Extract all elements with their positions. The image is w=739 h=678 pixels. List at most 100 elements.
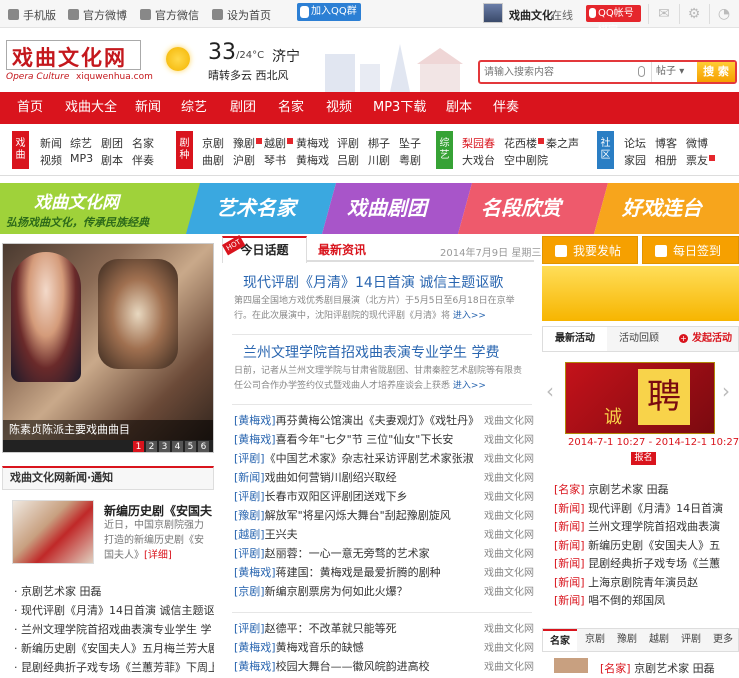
subnav-link[interactable]: 剧本 — [101, 152, 123, 168]
subnav-link[interactable]: 越剧 — [264, 135, 293, 151]
slider-page[interactable]: 2 — [146, 441, 157, 452]
weather-city[interactable]: 济宁 — [272, 46, 300, 66]
subnav-link[interactable]: 曲剧 — [202, 152, 224, 168]
list-item[interactable]: [新闻] 新编历史剧《安国夫人》五 — [554, 537, 739, 556]
subnav-link[interactable]: 川剧 — [368, 152, 390, 168]
search-input[interactable] — [484, 64, 636, 80]
subnav-link[interactable]: 沪剧 — [233, 152, 255, 168]
list-item[interactable]: [新闻] 现代评剧《月清》14日首演 — [554, 500, 739, 519]
tab-yu[interactable]: 豫剧 — [617, 629, 637, 651]
nav-accompaniment[interactable]: 伴奏 — [493, 92, 519, 124]
master-item[interactable]: [名家] 京剧艺术家 田磊 — [600, 660, 715, 676]
news-row[interactable]: [评剧]长春市双阳区评剧团送戏下乡 戏曲文化网 — [234, 488, 536, 507]
qq-bind-button[interactable]: QQ帐号绑定 — [586, 5, 641, 36]
list-item[interactable]: · 现代评剧《月清》14日首演 诚信主题讴 — [14, 602, 214, 621]
ad-banner[interactable] — [542, 266, 739, 321]
nav-home[interactable]: 首页 — [17, 92, 43, 124]
list-item[interactable]: · 昆剧经典折子戏专场《兰蕙芳菲》下周上 — [14, 659, 214, 678]
list-item[interactable]: · 京剧艺术家 田磊 — [14, 583, 214, 602]
slider-page[interactable]: 1 — [133, 441, 144, 452]
subnav-link[interactable]: 坠子 — [399, 135, 421, 151]
list-item[interactable]: · 新编历史剧《安国夫人》五月梅兰芳大剧 — [14, 640, 214, 659]
subnav-link[interactable]: 粤剧 — [399, 152, 421, 168]
search-scope-select[interactable]: 帖子 ▾ — [651, 62, 695, 82]
tab-more[interactable]: 更多 — [713, 629, 733, 651]
banner-excerpts[interactable]: 名段欣赏 — [481, 183, 561, 234]
news-row[interactable]: [黄梅戏]校园大舞台——徽风皖韵进高校 戏曲文化网 — [234, 658, 536, 677]
mobile-link[interactable]: 手机版 — [8, 7, 56, 23]
tab-latest-news[interactable]: 最新资讯 — [318, 241, 366, 258]
slider-page[interactable]: 6 — [198, 441, 209, 452]
subnav-link[interactable]: 大戏台 — [462, 152, 495, 168]
subnav-link[interactable]: 豫剧 — [233, 135, 262, 151]
user-name[interactable]: 戏曲文化 — [509, 7, 553, 23]
activity-poster[interactable]: 聘 诚 — [565, 362, 715, 434]
feature-more-link[interactable]: [详细] — [144, 550, 172, 561]
subnav-link[interactable]: 论坛 — [624, 135, 646, 151]
tab-yue[interactable]: 越剧 — [649, 629, 669, 651]
subnav-link[interactable]: 梨园春 — [462, 135, 495, 151]
slider-page[interactable]: 3 — [159, 441, 170, 452]
subnav-link[interactable]: 秦之声 — [546, 135, 579, 151]
subnav-link[interactable]: 微博 — [686, 135, 708, 151]
register-button[interactable]: 报名 — [631, 452, 656, 465]
master-thumbnail[interactable] — [554, 658, 588, 673]
news-row[interactable]: [评剧]赵德平：不改革就只能等死 戏曲文化网 — [234, 620, 536, 639]
slider-page[interactable]: 4 — [172, 441, 183, 452]
subnav-link[interactable]: 伴奏 — [132, 152, 154, 168]
chevron-right-icon[interactable]: › — [722, 379, 730, 403]
headline-2[interactable]: 兰州文理学院首招戏曲表演专业学生 学费 — [243, 342, 543, 362]
tab-ping[interactable]: 评剧 — [681, 629, 701, 651]
subnav-link[interactable]: 空中剧院 — [504, 152, 548, 168]
list-item[interactable]: · 兰州文理学院首招戏曲表演专业学生 学 — [14, 621, 214, 640]
subnav-link[interactable]: 黄梅戏 — [296, 152, 329, 168]
banner-troupes[interactable]: 戏曲剧团 — [347, 183, 427, 234]
feature-title[interactable]: 新编历史剧《安国夫 — [104, 502, 212, 519]
tab-activity-review[interactable]: 活动回顾 — [619, 327, 659, 351]
subnav-link[interactable]: 剧团 — [101, 135, 123, 151]
news-row[interactable]: [豫剧]解放军"将星闪烁大舞台"刮起豫剧旋风 戏曲文化网 — [234, 507, 536, 526]
sign-in-button[interactable]: 每日签到 — [642, 236, 739, 264]
banner-shows[interactable]: 好戏连台 — [622, 183, 702, 234]
list-item[interactable]: [名家] 京剧艺术家 田磊 — [554, 481, 739, 500]
subnav-link[interactable]: MP3 — [70, 152, 93, 165]
nav-opera-list[interactable]: 戏曲大全 — [65, 92, 117, 124]
subnav-link[interactable]: 票友 — [686, 152, 715, 168]
list-item[interactable]: [新闻] 唱不倒的郑国凤 — [554, 592, 739, 611]
feature-thumbnail[interactable] — [12, 500, 94, 564]
headline-1-more[interactable]: 进入>> — [453, 311, 486, 321]
news-row[interactable]: [黄梅戏]再芬黄梅公馆演出《夫妻观灯》《戏牡丹》 戏曲文化网 — [234, 412, 536, 431]
subnav-link[interactable]: 名家 — [132, 135, 154, 151]
news-row[interactable]: [越剧]王兴夫 戏曲文化网 — [234, 526, 536, 545]
microphone-icon[interactable] — [638, 66, 645, 77]
subnav-link[interactable]: 黄梅戏 — [296, 135, 329, 151]
list-item[interactable]: [新闻] 上海京剧院青年演员赵 — [554, 574, 739, 593]
photo-slider[interactable]: 陈素贞陈派主要戏曲曲目 1 2 3 4 5 6 — [2, 243, 214, 453]
headline-1[interactable]: 现代评剧《月清》14日首演 诚信主题讴歌 — [243, 272, 543, 292]
banner-artists[interactable]: 艺术名家 — [216, 183, 296, 234]
nav-scripts[interactable]: 剧本 — [446, 92, 472, 124]
chevron-left-icon[interactable]: ‹ — [546, 379, 554, 403]
weibo-link[interactable]: 官方微博 — [68, 7, 127, 23]
start-activity-link[interactable]: + 发起活动 — [679, 327, 732, 351]
site-logo[interactable]: 戏曲文化网 Opera Culture xiquwenhua.com — [6, 38, 153, 86]
gear-icon[interactable]: ⚙ — [684, 4, 704, 24]
tab-peking[interactable]: 京剧 — [585, 629, 605, 651]
subnav-link[interactable]: 博客 — [655, 135, 677, 151]
subnav-link[interactable]: 相册 — [655, 152, 677, 168]
post-button[interactable]: 我要发帖 — [542, 236, 638, 264]
slider-page[interactable]: 5 — [185, 441, 196, 452]
slider-caption[interactable]: 陈素贞陈派主要戏曲曲目 — [3, 420, 213, 440]
nav-mp3[interactable]: MP3下载 — [373, 92, 426, 124]
subnav-link[interactable]: 梆子 — [368, 135, 390, 151]
set-homepage-link[interactable]: 设为首页 — [212, 7, 271, 23]
join-qq-group-button[interactable]: 加入QQ群 — [297, 3, 361, 21]
headline-2-more[interactable]: 进入>> — [453, 381, 486, 391]
tab-latest-activity[interactable]: 最新活动 — [543, 327, 607, 351]
subnav-link[interactable]: 评剧 — [337, 135, 359, 151]
subnav-link[interactable]: 琴书 — [264, 152, 286, 168]
nav-masters[interactable]: 名家 — [278, 92, 304, 124]
nav-troupes[interactable]: 剧团 — [230, 92, 256, 124]
search-button[interactable]: 搜 索 — [697, 62, 735, 82]
subnav-link[interactable]: 京剧 — [202, 135, 224, 151]
